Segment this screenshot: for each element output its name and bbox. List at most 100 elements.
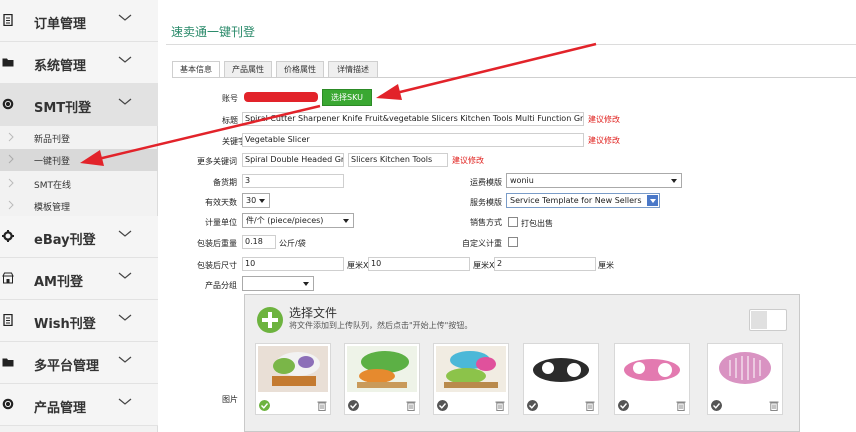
weight-input[interactable]: 0.18 [242, 235, 276, 249]
valid-days-value: 30 [246, 196, 257, 205]
product-image [526, 346, 596, 392]
annotation-arrow-line [391, 42, 597, 96]
tab-basic-info[interactable]: 基本信息 [172, 61, 220, 78]
nav-label: 订单管理 [34, 17, 87, 32]
size-height-input[interactable]: 2 [494, 257, 596, 271]
thumbnail-2[interactable] [344, 343, 420, 415]
account-label: 账号 [222, 94, 238, 103]
document-icon [3, 14, 13, 26]
more-keywords-label: 更多关键词 [197, 157, 237, 166]
freight-template-label: 运费模版 [470, 178, 502, 187]
nav-label: 多平台管理 [34, 359, 100, 374]
nav-label: 系统管理 [34, 59, 87, 74]
freight-template-select[interactable]: woniu [506, 173, 682, 188]
store-icon [2, 272, 14, 284]
unit-value: 件/个 (piece/pieces) [246, 216, 324, 225]
sub-item-one-click-listing[interactable]: 一键刊登 [0, 149, 158, 171]
nav-ebay-listing[interactable]: eBay刊登 [0, 216, 158, 258]
size-width-input[interactable]: 10 [368, 257, 470, 271]
sub-item-label: SMT在线 [34, 181, 71, 191]
toggle-knob [751, 311, 767, 329]
sub-item-new-listing[interactable]: 新品刊登 [0, 127, 158, 149]
chevron-down-icon [303, 282, 309, 286]
select-sku-button[interactable]: 选择SKU [322, 89, 372, 106]
size-label: 包装后尺寸 [197, 261, 237, 270]
service-template-label: 服务模版 [470, 198, 502, 207]
nav-label: AM刊登 [34, 275, 83, 290]
add-file-button[interactable] [257, 307, 283, 333]
trash-icon[interactable] [769, 400, 779, 411]
uploader-hint: 将文件添加到上传队列，然后点击"开始上传"按钮。 [289, 321, 473, 330]
document-icon [3, 314, 13, 326]
check-circle-icon [259, 400, 270, 411]
nav-product-management[interactable]: 产品管理 [0, 384, 158, 426]
product-group-label: 产品分组 [205, 281, 237, 290]
unit-select[interactable]: 件/个 (piece/pieces) [242, 213, 354, 228]
product-group-select[interactable] [242, 276, 314, 291]
thumbnail-5[interactable] [614, 343, 690, 415]
sub-item-label: 模板管理 [34, 203, 71, 213]
thumbnail-1[interactable] [255, 343, 331, 415]
tab-price-attributes[interactable]: 价格属性 [276, 61, 324, 78]
valid-days-select[interactable]: 30 [242, 193, 270, 208]
chevron-down-icon [343, 219, 349, 223]
weight-label: 包装后重量 [197, 239, 237, 248]
title-suggest-hint: 建议修改 [588, 115, 620, 124]
more-keyword-input-2[interactable]: Slicers Kitchen Tools [348, 153, 448, 167]
product-image [436, 346, 506, 392]
title-input[interactable]: Spiral Cutter Sharpener Knife Fruit&vege… [242, 112, 584, 126]
sub-item-template-management[interactable]: 模板管理 [0, 195, 158, 217]
chevron-down-icon [118, 398, 132, 405]
view-toggle[interactable] [749, 309, 787, 331]
chevron-down-icon [118, 230, 132, 237]
trash-icon[interactable] [406, 400, 416, 411]
thumbnail-3[interactable] [433, 343, 509, 415]
chevron-down-icon [118, 98, 132, 105]
check-circle-icon [348, 400, 359, 411]
more-keyword-input-1[interactable]: Spiral Double Headed Gr [242, 153, 344, 167]
custom-weight-checkbox[interactable] [508, 237, 518, 247]
sale-method-option: 打包出售 [521, 219, 553, 228]
trash-icon[interactable] [585, 400, 595, 411]
check-circle-icon [527, 400, 538, 411]
size-separator-2: 厘米X [473, 261, 495, 270]
weight-unit: 公斤/袋 [279, 239, 306, 248]
product-image [258, 346, 328, 392]
chevron-right-icon [8, 154, 14, 164]
chevron-right-icon [8, 178, 14, 188]
sub-item-label: 新品刊登 [34, 135, 71, 145]
nav-smt-listing[interactable]: SMT刊登 [0, 84, 158, 126]
size-length-input[interactable]: 10 [242, 257, 344, 271]
globe-icon [2, 98, 14, 110]
sale-method-checkbox[interactable] [508, 217, 518, 227]
stock-days-input[interactable]: 3 [242, 174, 344, 188]
nav-label: SMT刊登 [34, 101, 92, 116]
sub-item-smt-online[interactable]: SMT在线 [0, 173, 158, 195]
keyword-suggest-hint: 建议修改 [588, 136, 620, 145]
nav-order-management[interactable]: 订单管理 [0, 0, 158, 42]
tab-product-attributes[interactable]: 产品属性 [224, 61, 272, 78]
keyword-input[interactable]: Vegetable Slicer [242, 133, 584, 147]
service-template-select[interactable]: Service Template for New Sellers [506, 193, 660, 208]
trash-icon[interactable] [317, 400, 327, 411]
chevron-down-icon [259, 199, 265, 203]
product-image [347, 346, 417, 392]
tab-detail-description[interactable]: 详情描述 [328, 61, 378, 78]
trash-icon[interactable] [495, 400, 505, 411]
nav-am-listing[interactable]: AM刊登 [0, 258, 158, 300]
custom-weight-label: 自定义计重 [462, 239, 502, 248]
product-image [710, 346, 780, 392]
folder-icon [2, 358, 14, 367]
thumbnail-4[interactable] [523, 343, 599, 415]
nav-system-management[interactable]: 系统管理 [0, 42, 158, 84]
nav-label: eBay刊登 [34, 233, 96, 248]
trash-icon[interactable] [676, 400, 686, 411]
images-label: 图片 [222, 395, 238, 404]
product-image [617, 346, 687, 392]
redacted-account [244, 92, 318, 102]
more-keywords-suggest-hint: 建议修改 [452, 156, 484, 165]
nav-wish-listing[interactable]: Wish刊登 [0, 300, 158, 342]
thumbnail-6[interactable] [707, 343, 783, 415]
stock-days-label: 备货期 [213, 178, 237, 187]
nav-multi-platform-management[interactable]: 多平台管理 [0, 342, 158, 384]
